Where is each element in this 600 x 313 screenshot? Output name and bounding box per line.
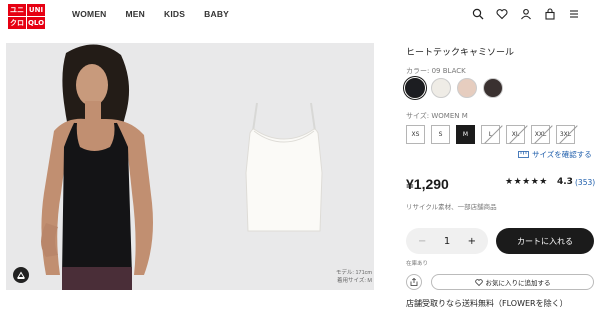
star-rating-icon: ★★★★★ bbox=[505, 177, 548, 187]
size-option-s[interactable]: S bbox=[431, 125, 450, 144]
size-guide-link[interactable]: サイズを確認する bbox=[518, 149, 592, 160]
add-to-favorites-button[interactable]: お気に入りに追加する bbox=[431, 274, 594, 290]
header-icons bbox=[472, 8, 580, 20]
user-icon[interactable] bbox=[520, 8, 532, 20]
quantity-value: 1 bbox=[443, 235, 451, 247]
size-label: サイズ: WOMEN M bbox=[406, 112, 468, 120]
model-info: モデル: 171cm 着用サイズ: M bbox=[336, 269, 372, 285]
camisole-flat-illustration bbox=[190, 43, 374, 290]
product-image-model[interactable] bbox=[6, 43, 190, 290]
size-option-xxl[interactable]: XXL bbox=[531, 125, 550, 144]
heart-icon[interactable] bbox=[496, 8, 508, 20]
logo-cell: UNI bbox=[27, 4, 45, 16]
size-option-3xl[interactable]: 3XL bbox=[556, 125, 575, 144]
nav-kids[interactable]: KIDS bbox=[164, 9, 185, 19]
size-option-xs[interactable]: XS bbox=[406, 125, 425, 144]
product-image-flat[interactable]: モデル: 171cm 着用サイズ: M bbox=[190, 43, 374, 290]
zoom-icon bbox=[17, 271, 25, 279]
model-photo-illustration bbox=[6, 43, 190, 290]
uniqlo-logo[interactable]: ユニ UNI クロ QLO bbox=[8, 4, 45, 29]
color-swatch-off-white[interactable] bbox=[431, 78, 451, 98]
nav-baby[interactable]: BABY bbox=[204, 9, 229, 19]
add-to-cart-button[interactable]: カートに入れる bbox=[496, 228, 594, 254]
size-option-l[interactable]: L bbox=[481, 125, 500, 144]
review-count-link[interactable]: (353) bbox=[575, 178, 595, 187]
logo-cell: ユニ bbox=[8, 4, 26, 16]
stock-status: 在庫あり bbox=[406, 261, 429, 267]
zoom-button[interactable] bbox=[13, 267, 29, 283]
favorites-label: お気に入りに追加する bbox=[485, 279, 551, 287]
color-swatch-black[interactable] bbox=[405, 78, 425, 98]
price: ¥1,290 bbox=[406, 176, 449, 192]
size-guide-text: サイズを確認する bbox=[532, 150, 592, 159]
quantity-decrease-button[interactable]: − bbox=[418, 236, 426, 247]
material-note: リサイクル素材、一部店舗商品 bbox=[406, 203, 497, 211]
size-option-xl[interactable]: XL bbox=[506, 125, 525, 144]
cart-icon[interactable] bbox=[544, 8, 556, 20]
color-label: カラー: 09 BLACK bbox=[406, 67, 466, 75]
share-icon bbox=[410, 278, 418, 286]
quantity-increase-button[interactable]: + bbox=[468, 236, 476, 247]
quantity-stepper: − 1 + bbox=[406, 228, 488, 254]
search-icon[interactable] bbox=[472, 8, 484, 20]
size-options: XS S M L XL XXL 3XL bbox=[406, 125, 575, 144]
nav-women[interactable]: WOMEN bbox=[72, 9, 107, 19]
nav-men[interactable]: MEN bbox=[126, 9, 146, 19]
main-nav: WOMEN MEN KIDS BABY bbox=[72, 9, 229, 19]
product-title: ヒートテックキャミソール bbox=[406, 48, 515, 58]
model-size: 着用サイズ: M bbox=[337, 278, 372, 284]
share-button[interactable] bbox=[406, 274, 422, 290]
shipping-note: 店舗受取りなら送料無料（FLOWERを除く） bbox=[406, 299, 568, 308]
logo-cell: クロ bbox=[8, 17, 26, 29]
color-swatch-beige[interactable] bbox=[457, 78, 477, 98]
heart-icon bbox=[474, 278, 483, 286]
size-option-m[interactable]: M bbox=[456, 125, 475, 144]
logo-cell: QLO bbox=[27, 17, 45, 29]
ruler-icon bbox=[518, 151, 529, 158]
model-height: モデル: 171cm bbox=[335, 270, 372, 276]
menu-icon[interactable] bbox=[568, 8, 580, 20]
site-header: ユニ UNI クロ QLO WOMEN MEN KIDS BABY bbox=[0, 0, 600, 32]
color-swatches bbox=[405, 78, 503, 98]
rating-value: 4.3 bbox=[557, 177, 573, 187]
color-swatch-dark-brown[interactable] bbox=[483, 78, 503, 98]
